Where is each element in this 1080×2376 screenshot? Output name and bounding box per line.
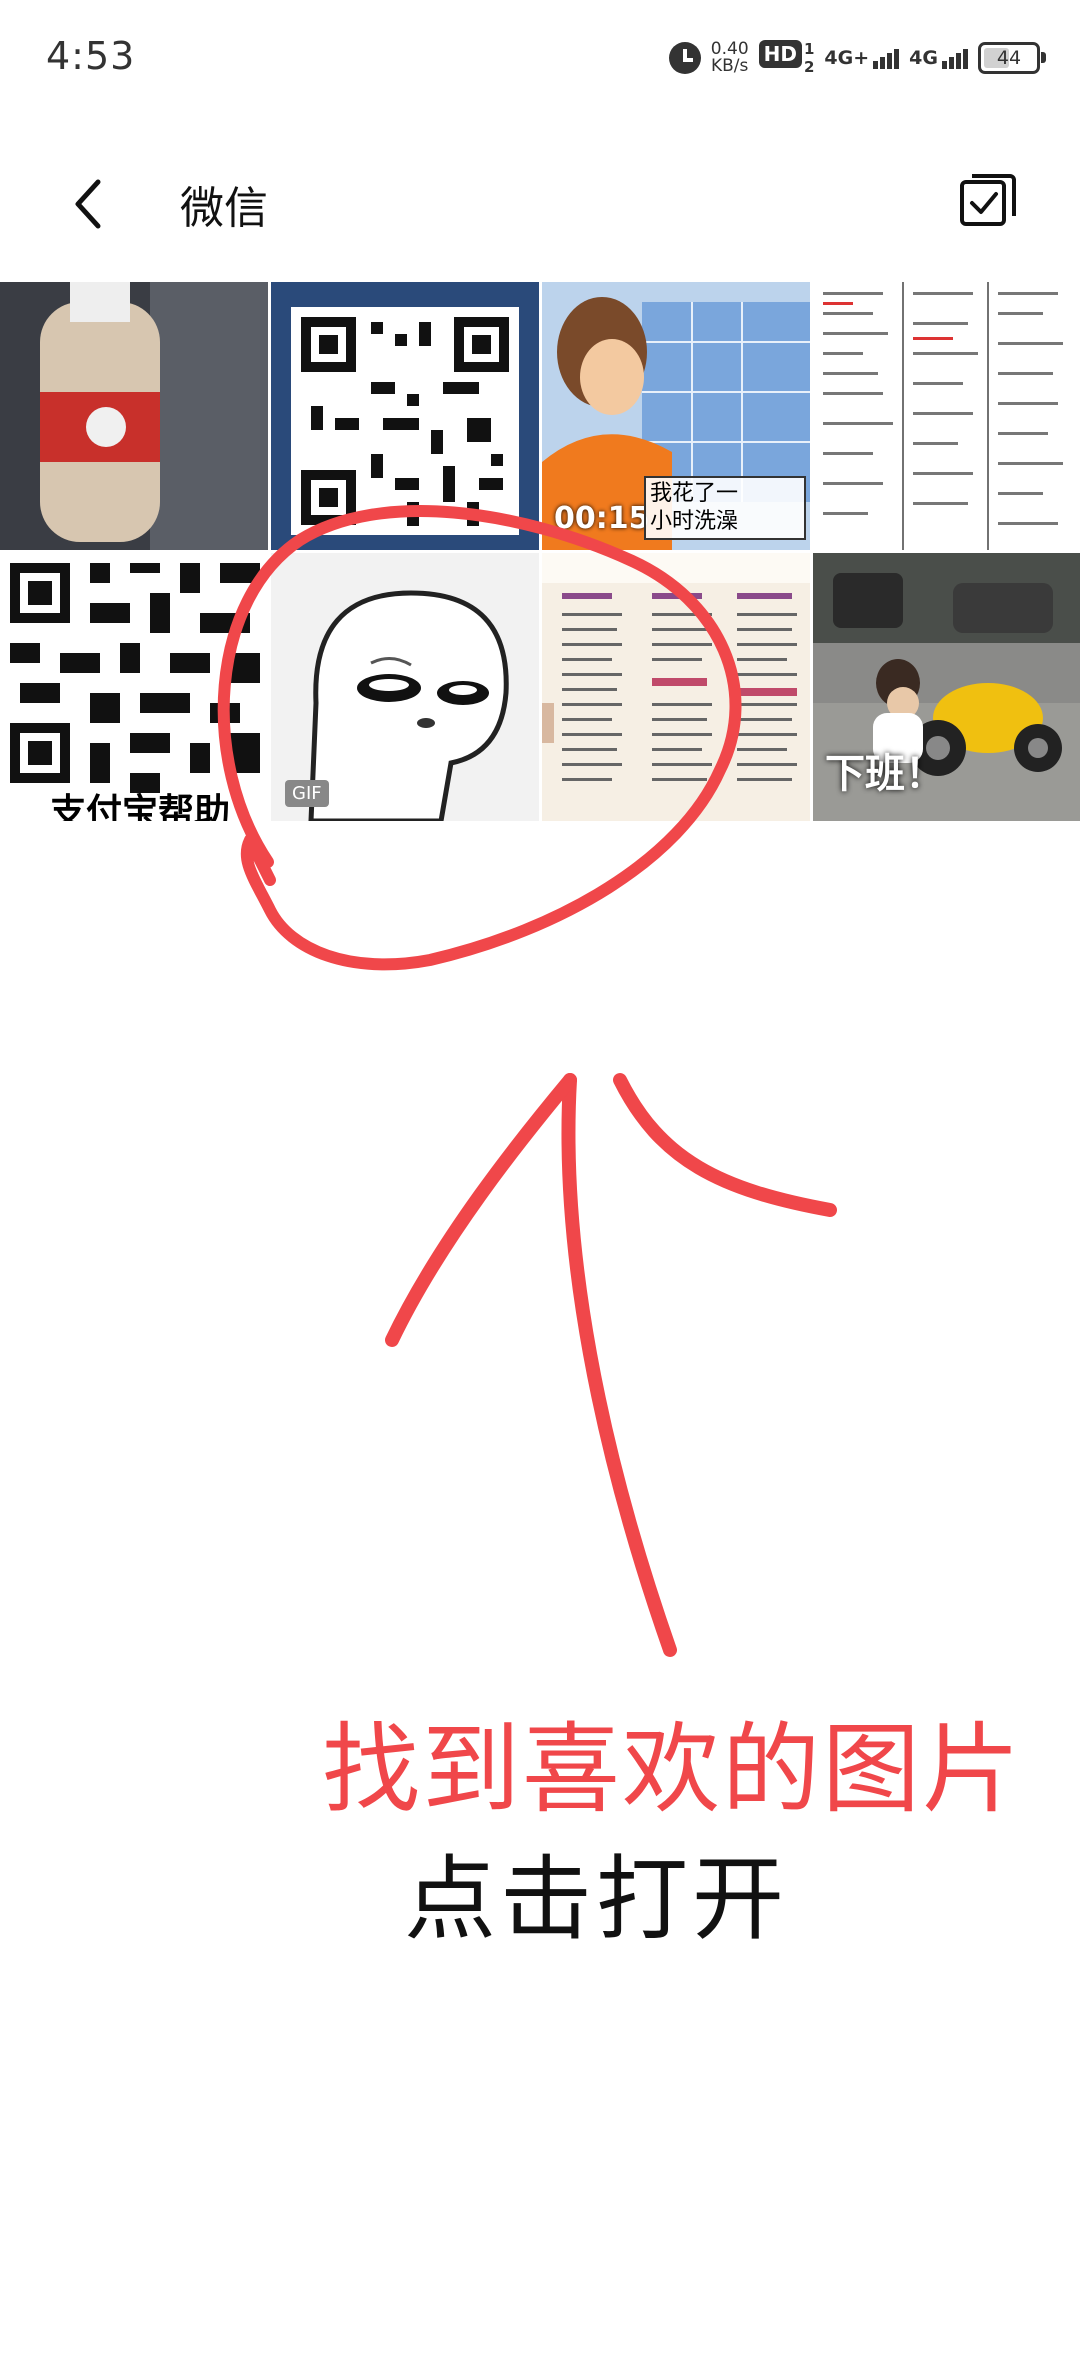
photo-tile-gif[interactable]: GIF	[271, 553, 539, 821]
hd-voice-icon: HD 12	[758, 40, 815, 76]
arrow-shaft	[561, 1073, 677, 1657]
status-bar: 4:53 0.40 KB/s HD 12 4G+ 4G 44	[0, 0, 1080, 110]
status-time: 4:53	[46, 34, 136, 78]
battery-level: 44	[996, 47, 1022, 69]
instruction-line-2: 点击打开	[404, 1846, 789, 1953]
instruction-line-1: 找到喜欢的图片	[322, 1713, 1023, 1827]
arrow-head-right	[613, 1073, 837, 1217]
photo-tile-qr-code-2[interactable]: 支付宝帮助	[0, 553, 268, 821]
arrow-head-left	[385, 1073, 577, 1347]
alarm-icon	[668, 42, 701, 74]
photo-grid: 00:15 我花了一 小时洗澡 支付宝帮助 GIF 下班！	[0, 282, 1080, 821]
video-duration: 00:15	[554, 501, 650, 536]
photo-tile-kid-motorbike[interactable]: 下班！	[813, 553, 1080, 821]
multi-select-icon	[960, 174, 1016, 226]
chevron-left-icon	[75, 179, 101, 229]
back-button[interactable]	[60, 174, 120, 234]
photo-tile-water-bottle[interactable]	[0, 282, 268, 550]
signal-sim2-icon: 4G	[909, 47, 968, 69]
photo-tile-document[interactable]	[813, 282, 1080, 550]
multi-select-button[interactable]	[958, 170, 1018, 230]
hd-sub: 12	[803, 40, 815, 76]
net-speed-unit: KB/s	[711, 56, 749, 76]
signal-sim1-icon: 4G+	[824, 47, 900, 69]
photo-tile-menu[interactable]	[542, 553, 810, 821]
network-speed: 0.40 KB/s	[711, 41, 749, 75]
sim2-label: 4G	[909, 47, 938, 69]
gif-badge: GIF	[285, 780, 329, 807]
qr-partial-caption: 支付宝帮助	[50, 792, 231, 821]
video-sticker-text: 我花了一 小时洗澡	[644, 476, 806, 540]
photo-tile-qr-code[interactable]	[271, 282, 539, 550]
status-icons: 0.40 KB/s HD 12 4G+ 4G 44	[668, 38, 1046, 78]
photo-tile-video[interactable]: 00:15 我花了一 小时洗澡	[542, 282, 810, 550]
page-title: 微信	[180, 183, 268, 234]
hd-label: HD	[758, 40, 802, 68]
sim1-label: 4G+	[824, 47, 870, 69]
top-bar: 微信	[0, 130, 1080, 270]
photo-caption: 下班！	[825, 751, 945, 797]
battery-icon: 44	[978, 42, 1046, 74]
